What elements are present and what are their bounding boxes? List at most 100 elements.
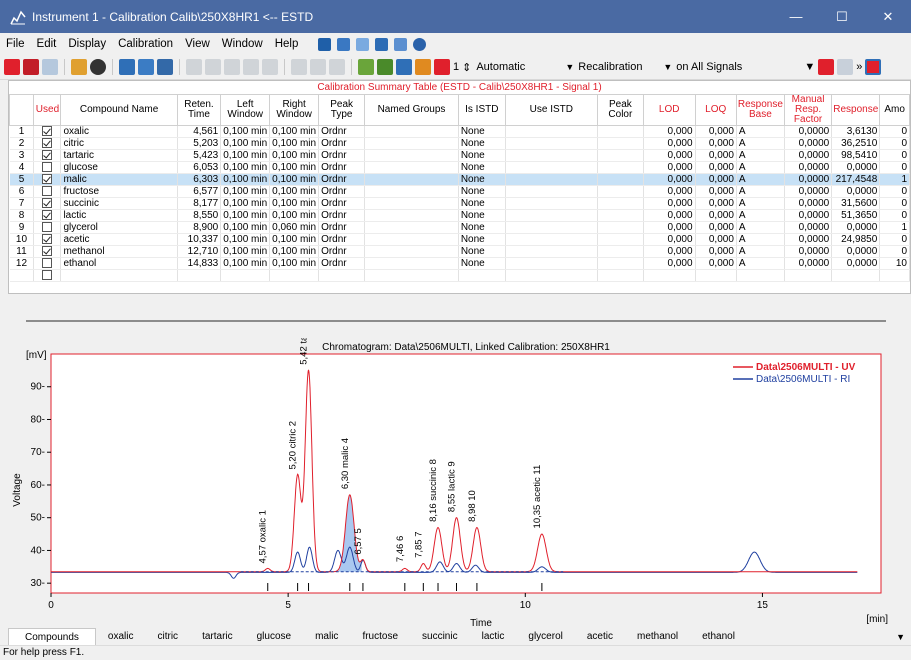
right-window-cell[interactable]: 0,100 min [269,245,320,258]
manual-resp-factor-cell[interactable]: 0,0000 [784,161,833,174]
tab-methanol[interactable]: methanol [625,628,690,645]
loq-cell[interactable]: 0,000 [695,137,737,150]
col-header-right-window[interactable]: Right Window [269,94,320,126]
cut-icon[interactable] [186,59,202,75]
use-istd-cell[interactable] [505,245,598,258]
used-checkbox-cell[interactable] [33,233,62,246]
close-file-icon[interactable] [90,59,106,75]
used-checkbox[interactable] [42,258,53,269]
compound-name-cell[interactable]: tartaric [60,149,178,162]
used-checkbox-cell[interactable] [33,149,62,162]
add-peak-icon[interactable] [377,59,393,75]
peak-type-cell[interactable]: Ordnr [318,173,366,186]
save-icon[interactable] [42,59,58,75]
row-number-cell[interactable]: 7 [9,197,35,210]
sequence-icon[interactable] [375,37,389,51]
use-istd-cell[interactable] [505,233,598,246]
named-groups-cell[interactable] [364,149,459,162]
tab-succinic[interactable]: succinic [410,628,470,645]
row-number-cell[interactable]: 8 [9,209,35,222]
loq-cell[interactable]: 0,000 [695,173,737,186]
tab-tartaric[interactable]: tartaric [190,628,245,645]
empty-cell[interactable] [269,269,320,282]
empty-cell[interactable] [597,269,644,282]
col-header-use-istd[interactable]: Use ISTD [504,94,598,126]
right-window-cell[interactable]: 0,100 min [269,137,320,150]
amount-cell[interactable]: 0 [879,161,910,174]
close-button[interactable]: ✕ [865,0,911,33]
used-checkbox-cell[interactable] [33,173,62,186]
peak-type-cell[interactable]: Ordnr [318,161,366,174]
peak-type-cell[interactable]: Ordnr [318,185,366,198]
named-groups-cell[interactable] [364,221,459,234]
preview-icon[interactable] [138,59,154,75]
used-checkbox[interactable] [42,162,53,173]
tab-ethanol[interactable]: ethanol [690,628,747,645]
add-level-icon[interactable] [358,59,374,75]
tab-glycerol[interactable]: glycerol [516,628,574,645]
compound-name-cell[interactable]: glucose [60,161,178,174]
lod-cell[interactable]: 0,000 [643,125,696,138]
paste-icon[interactable] [224,59,240,75]
named-groups-cell[interactable] [364,233,459,246]
peak-type-cell[interactable]: Ordnr [318,257,366,270]
compound-name-cell[interactable]: citric [60,137,178,150]
retention-time-cell[interactable]: 10,337 [177,233,222,246]
response-base-cell[interactable]: A [736,185,785,198]
response-cell[interactable]: 51,3650 [831,209,881,222]
peak-type-cell[interactable]: Ordnr [318,209,366,222]
table-row[interactable]: 6 fructose 6,577 0,100 min 0,100 min Ordnr Non… [9,185,910,198]
lod-cell[interactable]: 0,000 [643,197,696,210]
lod-cell[interactable]: 0,000 [643,173,696,186]
tab-citric[interactable]: citric [146,628,191,645]
empty-cell[interactable] [318,269,366,282]
empty-cell[interactable] [695,269,737,282]
response-cell[interactable]: 36,2510 [831,137,881,150]
left-window-cell[interactable]: 0,100 min [220,197,271,210]
col-header-used[interactable]: Used [33,94,62,126]
used-checkbox[interactable] [42,174,53,185]
response-cell[interactable]: 0,0000 [831,161,881,174]
amount-cell[interactable]: 0 [879,197,910,210]
use-istd-cell[interactable] [505,209,598,222]
tab-fructose[interactable]: fructose [350,628,410,645]
data-icon[interactable] [337,37,351,51]
named-groups-cell[interactable] [364,137,459,150]
amount-cell[interactable]: 0 [879,233,910,246]
menu-file[interactable]: File [6,38,25,50]
row-number-cell[interactable]: 12 [9,257,35,270]
use-istd-cell[interactable] [505,137,598,150]
empty-cell[interactable] [831,269,881,282]
response-cell[interactable]: 0,0000 [831,221,881,234]
menu-view[interactable]: View [185,38,210,50]
empty-cell[interactable] [505,269,598,282]
table-row[interactable]: 8 lactic 8,550 0,100 min 0,100 min Ordnr None 0… [9,209,910,222]
used-checkbox-cell[interactable] [33,197,62,210]
use-istd-cell[interactable] [505,149,598,162]
retention-time-cell[interactable]: 4,561 [177,125,222,138]
empty-cell[interactable] [33,269,62,282]
retention-time-cell[interactable]: 8,177 [177,197,222,210]
row-number-cell[interactable]: 10 [9,233,35,246]
compound-name-cell[interactable]: acetic [60,233,178,246]
empty-cell[interactable] [177,269,222,282]
is-istd-cell[interactable]: None [458,173,506,186]
manual-resp-factor-cell[interactable]: 0,0000 [784,137,833,150]
used-checkbox[interactable] [42,126,53,137]
left-window-cell[interactable]: 0,100 min [220,209,271,222]
peak-color-cell[interactable] [597,137,644,150]
used-checkbox[interactable] [42,150,53,161]
mode-select[interactable]: Automatic [474,58,560,76]
manual-resp-factor-cell[interactable]: 0,0000 [784,221,833,234]
compound-name-cell[interactable]: lactic [60,209,178,222]
is-istd-cell[interactable]: None [458,197,506,210]
lod-cell[interactable]: 0,000 [643,245,696,258]
peak-color-cell[interactable] [597,185,644,198]
print-icon[interactable] [157,59,173,75]
peak-type-cell[interactable]: Ordnr [318,245,366,258]
is-istd-cell[interactable]: None [458,125,506,138]
response-cell[interactable]: 24,9850 [831,233,881,246]
amount-cell[interactable]: 0 [879,185,910,198]
overflow-icon[interactable]: » [856,61,862,73]
chromatogram-chart[interactable]: Chromatogram: Data\2506MULTI, Linked Cal… [8,338,911,628]
